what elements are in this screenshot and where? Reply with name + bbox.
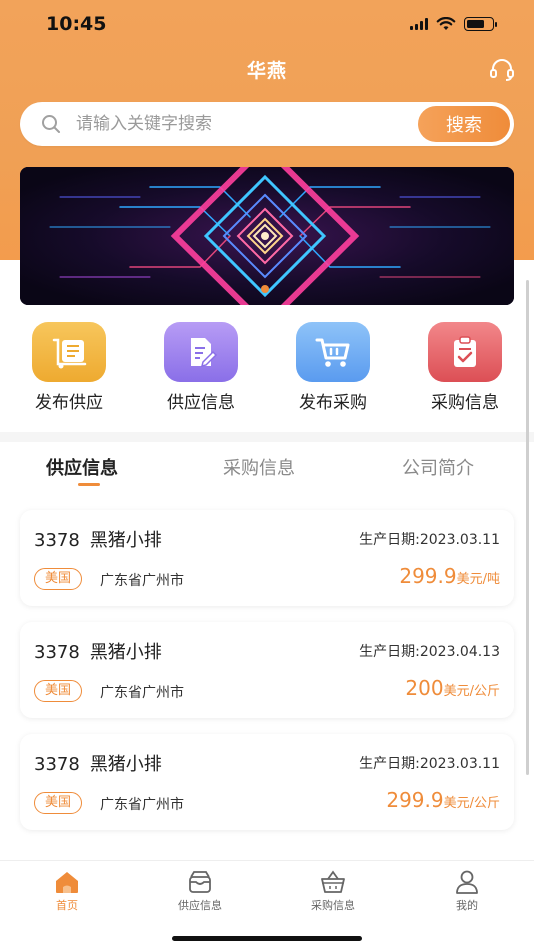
section-divider — [0, 432, 534, 442]
search-button[interactable]: 搜索 — [418, 106, 510, 142]
battery-icon — [464, 17, 497, 31]
quick-label: 采购信息 — [431, 393, 499, 413]
listing-code: 3378 — [34, 530, 80, 551]
quick-publish-purchase[interactable]: 发布采购 — [278, 322, 388, 422]
listing-name: 黑猪小排 — [89, 642, 162, 663]
listing-code: 3378 — [34, 754, 80, 775]
listing-title: 3378 黑猪小排 — [34, 750, 162, 776]
search-bar: 搜索 — [20, 102, 514, 146]
price-unit: 美元/公斤 — [443, 796, 500, 811]
listing-card[interactable]: 3378 黑猪小排 生产日期:2023.04.13 美国 广东省广州市 200美元… — [20, 622, 514, 718]
listing-location: 广东省广州市 — [100, 573, 184, 589]
listing-date: 生产日期:2023.03.11 — [359, 756, 500, 772]
listing-name: 黑猪小排 — [89, 530, 162, 551]
tab-purchase-info[interactable]: 采购信息 — [223, 454, 295, 480]
listing-location: 广东省广州市 — [100, 797, 184, 813]
listing-price: 299.9美元/吨 — [399, 564, 500, 588]
quick-label: 供应信息 — [167, 393, 235, 413]
headset-icon[interactable] — [488, 56, 516, 84]
quick-menu: 发布供应 供应信息 发布采购 采购信息 — [0, 322, 534, 422]
tabbar-supply-info[interactable]: 供应信息 — [155, 869, 245, 913]
tabbar-purchase-info[interactable]: 采购信息 — [288, 869, 378, 913]
cart-icon — [296, 322, 370, 382]
listing-title: 3378 黑猪小排 — [34, 638, 162, 664]
tabbar-label: 采购信息 — [311, 899, 355, 912]
quick-label: 发布采购 — [299, 393, 367, 413]
listing-card[interactable]: 3378 黑猪小排 生产日期:2023.03.11 美国 广东省广州市 299.9… — [20, 510, 514, 606]
page-title: 华燕 — [246, 60, 287, 82]
quick-purchase-info[interactable]: 采购信息 — [410, 322, 520, 422]
home-icon — [56, 872, 78, 893]
tabbar-home[interactable]: 首页 — [22, 869, 112, 913]
banner-image — [20, 167, 514, 305]
listing-code: 3378 — [34, 642, 80, 663]
price-value: 200 — [405, 676, 444, 700]
inbox-icon — [189, 871, 211, 893]
scrollbar[interactable] — [526, 280, 529, 775]
cellular-signal-icon — [410, 18, 428, 30]
quick-publish-supply[interactable]: 发布供应 — [14, 322, 124, 422]
tabbar-label: 我的 — [456, 899, 478, 912]
search-icon — [42, 115, 60, 133]
active-tab-indicator — [78, 483, 100, 486]
listing-title: 3378 黑猪小排 — [34, 526, 162, 552]
price-value: 299.9 — [399, 564, 457, 588]
basket-icon — [321, 870, 345, 893]
quick-supply-info[interactable]: 供应信息 — [146, 322, 256, 422]
listing-location: 广东省广州市 — [100, 685, 184, 701]
publish-supply-icon — [32, 322, 106, 382]
tab-supply-info[interactable]: 供应信息 — [46, 454, 118, 480]
tabbar-label: 首页 — [56, 899, 78, 912]
listing-name: 黑猪小排 — [89, 754, 162, 775]
tab-company-profile[interactable]: 公司简介 — [402, 454, 474, 480]
supply-info-icon — [164, 322, 238, 382]
status-icons — [410, 17, 497, 31]
home-indicator — [172, 936, 362, 941]
wifi-icon — [436, 17, 456, 30]
clipboard-check-icon — [428, 322, 502, 382]
origin-badge: 美国 — [34, 680, 83, 702]
listing-date: 生产日期:2023.04.13 — [359, 644, 500, 660]
origin-badge: 美国 — [34, 792, 83, 814]
status-bar: 10:45 — [0, 0, 534, 48]
listing-date: 生产日期:2023.03.11 — [359, 532, 500, 548]
status-time: 10:45 — [46, 13, 107, 35]
price-unit: 美元/吨 — [456, 572, 500, 587]
listing-price: 200美元/公斤 — [405, 676, 500, 700]
listing-card[interactable]: 3378 黑猪小排 生产日期:2023.03.11 美国 广东省广州市 299.9… — [20, 734, 514, 830]
price-unit: 美元/公斤 — [443, 684, 500, 699]
origin-badge: 美国 — [34, 568, 83, 590]
user-icon — [456, 870, 478, 894]
tabbar-mine[interactable]: 我的 — [422, 869, 512, 913]
price-value: 299.9 — [386, 788, 444, 812]
listing-list: 3378 黑猪小排 生产日期:2023.03.11 美国 广东省广州市 299.9… — [20, 510, 514, 846]
banner[interactable] — [20, 167, 514, 305]
quick-label: 发布供应 — [35, 393, 103, 413]
info-tabs: 供应信息 采购信息 公司简介 — [0, 442, 534, 492]
tabbar-label: 供应信息 — [178, 899, 222, 912]
listing-price: 299.9美元/公斤 — [386, 788, 500, 812]
